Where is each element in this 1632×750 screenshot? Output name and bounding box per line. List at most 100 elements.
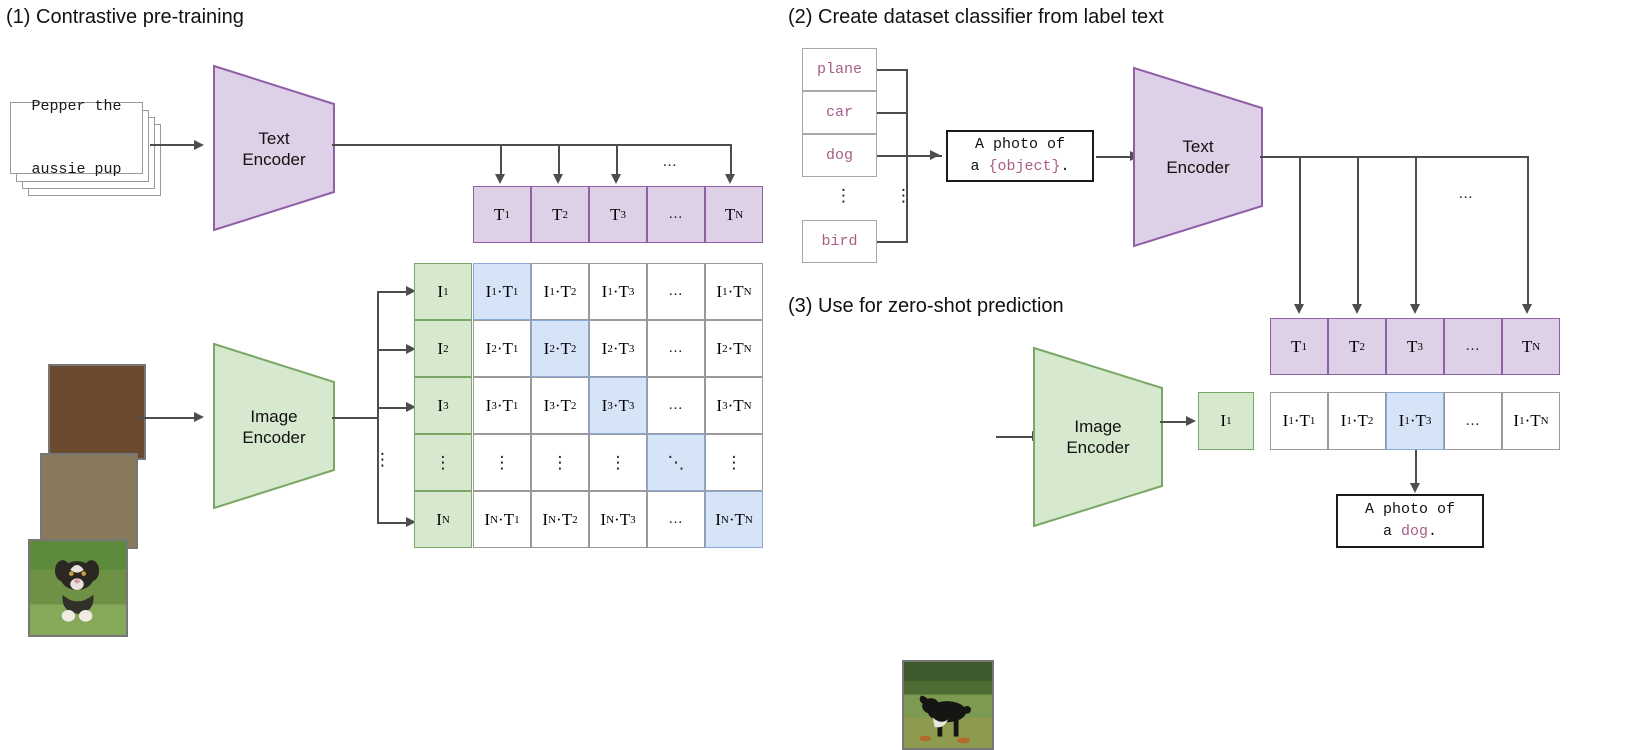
text-embedding-ellipsis-text: ... [668, 206, 684, 222]
text-encoder-2-line-2: Encoder [1166, 158, 1230, 177]
image-encoder-1-label: Image Encoder [208, 406, 340, 448]
section-2-title: (2) Create dataset classifier from label… [788, 6, 1164, 28]
matrix-cell-r3-c1: I 3 ·T 1 [473, 377, 531, 434]
image-to-image-encoder-line [140, 417, 196, 419]
label-connector-vdots: ⋮ [895, 186, 912, 206]
section-1-title: (1) Contrastive pre-training [6, 6, 244, 28]
matrix-cell-r1-c4: ... [647, 263, 705, 320]
image-embedding-vdots: ⋮ [414, 434, 472, 491]
sec2-t3-sub: 3 [1417, 340, 1423, 353]
matrix-cell-r3-c3: I 3 ·T 3 [589, 377, 647, 434]
label-cell-dog[interactable]: dog [802, 134, 877, 177]
image-encoder-1-line-1: Image [250, 407, 298, 426]
matrix-cell-r1-c2: I 1 ·T 2 [531, 263, 589, 320]
training-image-shadow-2 [48, 364, 146, 460]
image-encoder-1-output-bus [332, 417, 378, 419]
label-cell-bird[interactable]: bird [802, 220, 877, 263]
zeroshot-image [902, 660, 994, 750]
prompt-input-arrowhead [930, 150, 940, 160]
label-cell-car[interactable]: car [802, 91, 877, 134]
sec2-tn-arrowhead [1522, 304, 1532, 314]
prediction-line-2: a dog. [1383, 521, 1437, 543]
section-3-title: (3) Use for zero-shot prediction [788, 295, 1064, 317]
text-embedding-t3: T3 [589, 186, 647, 243]
matrix-cell-r4-c3: ⋮ [589, 434, 647, 491]
prediction-prefix: a [1382, 523, 1401, 540]
sec2-t1-base: T [1291, 336, 1302, 356]
caption-line-1: Pepper the [31, 98, 122, 115]
zeroshot-encoder-to-embedding-line [1160, 421, 1188, 423]
classifier-embedding-t2: T2 [1328, 318, 1386, 375]
matrix-cell-r5-c4: ... [647, 491, 705, 548]
matrix-cell-r2-c4: ... [647, 320, 705, 377]
t2-sub: 2 [562, 208, 568, 221]
tn-arrowhead [725, 174, 735, 184]
prompt-template-box: A photo of a {object}. [946, 130, 1094, 182]
sec2-tn-sub: N [1532, 340, 1541, 353]
i2-sub: 2 [443, 342, 449, 355]
caption-to-text-encoder-arrowhead [194, 139, 204, 150]
sec2-t3-drop-line [1415, 156, 1417, 306]
caption-card: Pepper the aussie pup [10, 98, 143, 178]
text-bus-ellipsis: ... [663, 154, 678, 170]
prompt-object-token: {object} [988, 158, 1061, 175]
zeroshot-score-row: I 1 ·T 1 I 1 ·T 2 I 1 ·T 3... I 1 ·T N [1270, 392, 1560, 450]
t2-base: T [552, 204, 563, 224]
image-embedding-i1: I1 [414, 263, 472, 320]
plane-connector [877, 69, 908, 71]
matrix-cell-r4-c4: ⋱ [647, 434, 705, 491]
matrix-cell-r5-c3: I N ·T 3 [589, 491, 647, 548]
matrix-cell-r3-c4: ... [647, 377, 705, 434]
text-encoder-1-output-bus [332, 144, 731, 146]
prediction-drop-line [1415, 450, 1417, 486]
image-encoder-3-line-2: Encoder [1066, 438, 1130, 457]
image-encoder-3: Image Encoder [1028, 344, 1168, 530]
prediction-object-token: dog [1400, 523, 1428, 540]
image-embedding-in: IN [414, 491, 472, 548]
tn-sub: N [735, 208, 744, 221]
t1-base: T [494, 204, 505, 224]
prompt-prefix: a [970, 158, 989, 175]
classifier-embedding-ellipsis-text: ... [1465, 338, 1481, 354]
t1-sub: 1 [504, 208, 510, 221]
training-image-shadow-1 [40, 453, 138, 549]
zeroshot-score-cell-1: I 1 ·T 1 [1270, 392, 1328, 450]
matrix-cell-r2-c1: I 2 ·T 1 [473, 320, 531, 377]
image-bus-vdots: ⋮ [374, 450, 391, 470]
i2-branch [377, 349, 408, 351]
training-image [28, 539, 128, 637]
matrix-cell-r3-c2: I 3 ·T 2 [531, 377, 589, 434]
text-encoder-1-line-2: Encoder [242, 150, 306, 169]
bird-connector [877, 241, 908, 243]
classifier-embedding-tn: TN [1502, 318, 1560, 375]
t3-arrowhead [611, 174, 621, 184]
sec2-t2-sub: 2 [1359, 340, 1365, 353]
zeroshot-score-cell-3: I 1 ·T 3 [1386, 392, 1444, 450]
matrix-cell-r3-c5: I 3 ·T N [705, 377, 763, 434]
sec2-t1-drop-line [1299, 156, 1301, 306]
prediction-box: A photo of a dog. [1336, 494, 1484, 548]
sec2-t2-base: T [1349, 336, 1360, 356]
caption-card-text: Pepper the aussie pup [31, 54, 121, 222]
prompt-suffix: . [1060, 158, 1070, 175]
prediction-line-1: A photo of [1364, 501, 1455, 518]
t3-drop-line [616, 144, 618, 176]
text-encoder-2: Text Encoder [1128, 64, 1268, 250]
matrix-cell-r4-c5: ⋮ [705, 434, 763, 491]
i1-branch [377, 291, 408, 293]
label-cell-plane[interactable]: plane [802, 48, 877, 91]
sec2-t3-arrowhead [1410, 304, 1420, 314]
t1-drop-line [500, 144, 502, 176]
label-bus-vertical [906, 69, 908, 242]
sec2-t1-sub: 1 [1301, 340, 1307, 353]
image-to-image-encoder-arrowhead [194, 412, 204, 422]
sec2-t2-arrowhead [1352, 304, 1362, 314]
image-encoder-3-line-1: Image [1074, 417, 1122, 436]
tn-drop-line [730, 144, 732, 176]
in-sub: N [441, 513, 450, 526]
in-branch [377, 522, 408, 524]
text-encoder-2-label: Text Encoder [1128, 136, 1268, 178]
text-encoder-2-line-1: Text [1182, 137, 1214, 156]
sec2-tn-drop-line [1527, 156, 1529, 306]
zeroshot-encoder-to-embedding-arrowhead [1186, 416, 1196, 426]
